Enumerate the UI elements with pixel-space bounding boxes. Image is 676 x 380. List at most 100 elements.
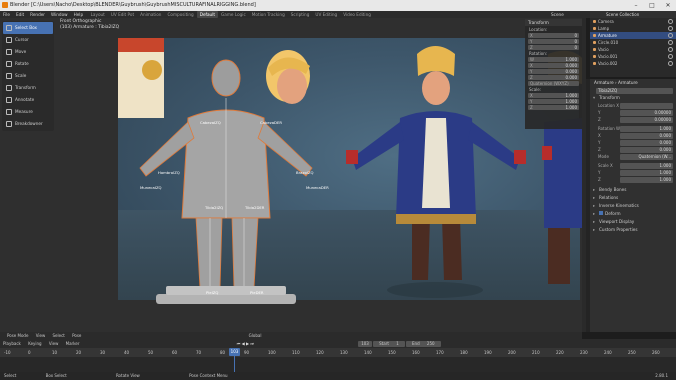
rotation-w-field[interactable]: Rotation W 1.000	[598, 126, 673, 132]
menu-keying[interactable]: Keying	[25, 339, 44, 348]
menu-playback[interactable]: Playback	[0, 339, 24, 348]
bendy-bones-section[interactable]: Bendy Bones	[590, 186, 676, 194]
location-field[interactable]: X0	[528, 33, 579, 38]
custom-properties-section[interactable]: Custom Properties	[590, 226, 676, 234]
rotation-field[interactable]: X 0.000	[528, 63, 579, 68]
menu-marker[interactable]: Marker	[63, 339, 83, 348]
menu-help[interactable]: Help	[71, 11, 87, 18]
rotation-z-field[interactable]: Z 0.000	[598, 147, 673, 153]
playhead-frame[interactable]: 103	[229, 348, 240, 356]
deform-section[interactable]: Deform	[590, 210, 676, 218]
workspace-tab[interactable]: Video Editing	[340, 11, 374, 18]
orientation-select[interactable]: Global	[246, 332, 265, 339]
outliner-item-selected[interactable]: Armature	[590, 32, 676, 39]
outliner-item[interactable]: Camera	[590, 18, 676, 25]
tool-scale[interactable]: Scale	[3, 70, 53, 82]
scene-selector[interactable]: Scene	[548, 11, 567, 18]
move-icon	[6, 49, 12, 55]
inverse-kinematics-section[interactable]: Inverse Kinematics	[590, 202, 676, 210]
workspace-tab[interactable]: Scripting	[288, 11, 313, 18]
mode-select[interactable]: Pose Mode	[4, 332, 31, 339]
relations-section[interactable]: Relations	[590, 194, 676, 202]
timeline-tick-label: 40	[124, 350, 130, 355]
eye-icon[interactable]	[668, 33, 673, 38]
outliner-item[interactable]: Lamp	[590, 25, 676, 32]
scale-field[interactable]: X 1.000	[528, 93, 579, 98]
workspace-tab[interactable]: Motion Tracking	[249, 11, 288, 18]
close-icon[interactable]: ✕	[660, 0, 676, 11]
rotation-mode-select[interactable]: Mode Quaternion (W...	[598, 154, 673, 160]
rotation-x-field[interactable]: X 0.000	[598, 133, 673, 139]
timeline-tick-label: 190	[484, 350, 492, 355]
eye-icon[interactable]	[668, 54, 673, 59]
rotation-mode-select[interactable]: Quaternion (WXYZ)	[528, 81, 579, 86]
menu-view[interactable]: View	[33, 332, 49, 339]
start-frame-field[interactable]: Start 1	[373, 341, 405, 347]
workspace-tab[interactable]: Layout	[88, 11, 108, 18]
viewport-display-section[interactable]: Viewport Display	[590, 218, 676, 226]
viewport-info: Front Orthographic (103) Armature : Tibi…	[60, 19, 119, 31]
menu-file[interactable]: File	[0, 11, 13, 18]
transform-section[interactable]: Transform	[590, 94, 676, 102]
viewport-header: Pose Mode View Select Pose Global	[0, 332, 582, 339]
eye-icon[interactable]	[668, 61, 673, 66]
location-field[interactable]: Z0	[528, 45, 579, 50]
location-field[interactable]: Y0	[528, 39, 579, 44]
scale-z-field[interactable]: Z 1.000	[598, 177, 673, 183]
tool-rotate[interactable]: Rotate	[3, 58, 53, 70]
scale-y-field[interactable]: Y 1.000	[598, 170, 673, 176]
character-front	[346, 46, 526, 298]
armature-icon	[593, 34, 596, 37]
tool-breakdowner[interactable]: Breakdowner	[3, 118, 53, 130]
tool-transform[interactable]: Transform	[3, 82, 53, 94]
rotation-field[interactable]: Y 0.000	[528, 69, 579, 74]
end-frame-field[interactable]: End 250	[406, 341, 441, 347]
eye-icon[interactable]	[668, 40, 673, 45]
location-x-field[interactable]: Location X	[598, 103, 673, 109]
playback-controls-icon[interactable]: ⏮ ◀ ▶ ⏭	[234, 339, 257, 348]
rotation-field[interactable]: Z 0.000	[528, 75, 579, 80]
timeline-tick-label: 240	[604, 350, 612, 355]
current-frame-field[interactable]: 103	[358, 341, 372, 347]
outliner-item[interactable]: Circle.010	[590, 39, 676, 46]
menu-edit[interactable]: Edit	[13, 11, 27, 18]
timeline-area[interactable]	[0, 357, 676, 372]
menu-view-timeline[interactable]: View	[46, 339, 62, 348]
workspace-tab[interactable]: Compositing	[164, 11, 196, 18]
scale-x-field[interactable]: Scale X 1.000	[598, 163, 673, 169]
timeline-ruler[interactable]: -10 0 10 20 30 40 50 60 70 80 90 100 110 120 130 140 150…	[0, 348, 676, 357]
maximize-icon[interactable]: □	[644, 0, 660, 11]
menu-window[interactable]: Window	[48, 11, 71, 18]
eye-icon[interactable]	[668, 19, 673, 24]
bone-label: PieIZQ	[206, 290, 219, 295]
scale-field[interactable]: Z 1.000	[528, 105, 579, 110]
rotation-field[interactable]: W 1.000	[528, 57, 579, 62]
tool-cursor[interactable]: Cursor	[3, 34, 53, 46]
menu-pose[interactable]: Pose	[69, 332, 84, 339]
scene-artwork	[118, 38, 582, 304]
minimize-icon[interactable]: –	[628, 0, 644, 11]
tool-move[interactable]: Move	[3, 46, 53, 58]
eye-icon[interactable]	[668, 26, 673, 31]
workspace-tab-active[interactable]: Default	[196, 11, 219, 18]
tool-select-box[interactable]: Select Box	[3, 22, 53, 34]
outliner: Scene Collection Camera Lamp Armature Ci…	[590, 11, 676, 77]
menu-select[interactable]: Select	[50, 332, 68, 339]
location-z-field[interactable]: Z 0.00000	[598, 117, 673, 123]
deform-checkbox[interactable]	[599, 211, 603, 215]
workspace-tab[interactable]: UV Edit Pot	[108, 11, 137, 18]
object-icon	[593, 27, 596, 30]
menu-render[interactable]: Render	[27, 11, 48, 18]
workspace-tab[interactable]: UV Editing	[312, 11, 340, 18]
tool-annotate[interactable]: Annotate	[3, 94, 53, 106]
outliner-item[interactable]: Vacio.002	[590, 60, 676, 67]
outliner-item[interactable]: Vacio.001	[590, 53, 676, 60]
workspace-tab[interactable]: Game Logic	[218, 11, 249, 18]
outliner-item[interactable]: Vacio	[590, 46, 676, 53]
eye-icon[interactable]	[668, 47, 673, 52]
rotation-y-field[interactable]: Y 0.000	[598, 140, 673, 146]
workspace-tab[interactable]: Animation	[137, 11, 164, 18]
location-y-field[interactable]: Y 0.00000	[598, 110, 673, 116]
scale-field[interactable]: Y 1.000	[528, 99, 579, 104]
tool-measure[interactable]: Measure	[3, 106, 53, 118]
